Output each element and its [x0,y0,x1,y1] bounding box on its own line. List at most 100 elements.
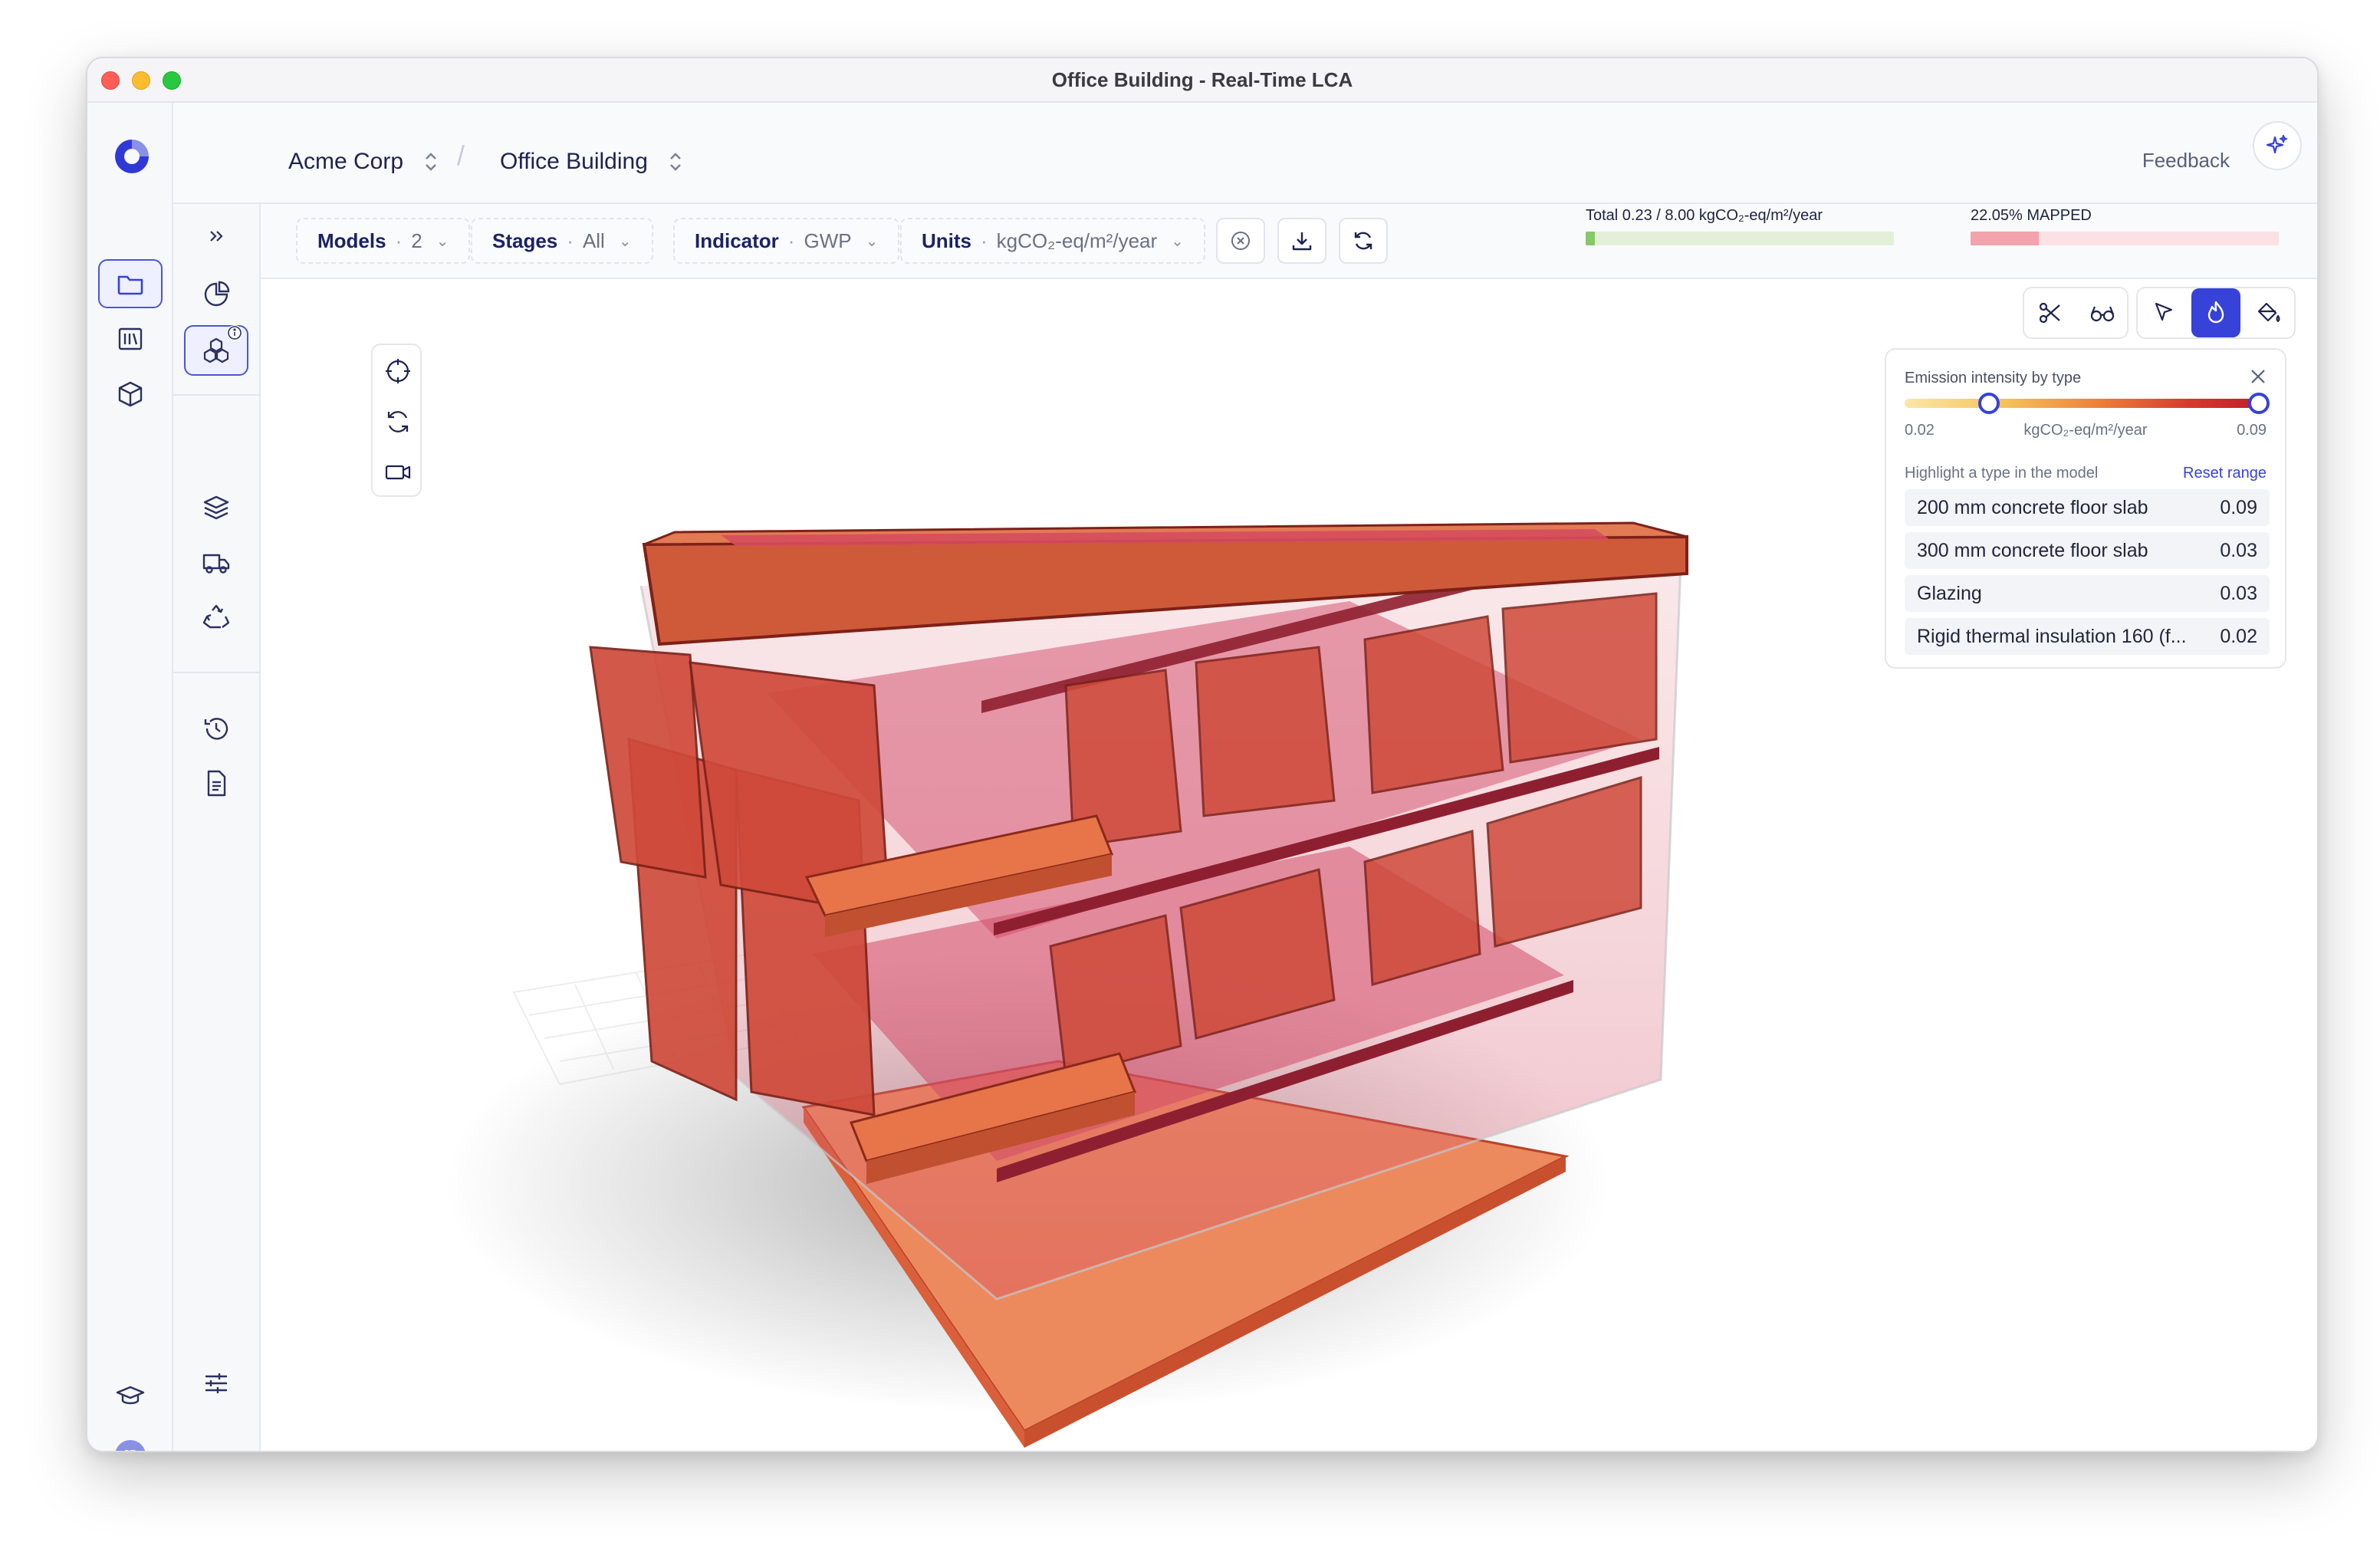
glasses-icon [2090,306,2115,322]
org-switcher[interactable]: Acme Corp [288,149,439,175]
model-viewer-nav-button[interactable] [184,325,248,376]
type-row[interactable]: Rigid thermal insulation 160 (f... 0.02 [1905,618,2270,655]
reset-range-button[interactable]: Reset range [2183,465,2267,482]
scissors-icon [2039,302,2060,324]
camera-icon [385,465,411,480]
mapped-bar [1971,232,2279,245]
learn-nav-button[interactable] [98,1371,163,1420]
rotate-icon [387,411,409,432]
type-name: 300 mm concrete floor slab [1917,539,2148,561]
models-nav-button[interactable] [98,370,163,419]
stages-filter-label: Stages [492,229,558,252]
close-icon[interactable] [2248,367,2268,386]
project-name: Office Building [500,149,648,174]
pie-chart-icon [204,281,230,307]
project-switcher[interactable]: Office Building [500,149,683,175]
truck-icon [202,554,230,574]
refresh-button[interactable] [1339,218,1388,264]
window-controls [101,71,181,90]
units-filter[interactable]: Units · kgCO₂-eq/m²/year ⌄ [900,218,1205,264]
highlight-type-label: Highlight a type in the model [1905,465,2099,482]
type-row[interactable]: Glazing 0.03 [1905,575,2270,612]
app-logo-icon[interactable] [110,135,153,178]
chevrons-right-icon [210,231,223,242]
maximize-window-button[interactable] [163,71,181,90]
sliders-icon [205,1373,227,1393]
cubes-icon [203,337,229,363]
type-row[interactable]: 300 mm concrete floor slab 0.03 [1905,532,2270,569]
range-min-handle[interactable] [1978,393,2000,414]
stages-filter[interactable]: Stages · All ⌄ [471,218,653,264]
camera-tool-button[interactable] [373,448,423,497]
stages-filter-value: All [582,229,605,252]
transport-nav-button[interactable] [184,538,248,587]
type-name: Glazing [1917,582,1982,604]
type-row[interactable]: 200 mm concrete floor slab 0.09 [1905,489,2270,526]
type-value: 0.03 [2220,582,2257,604]
folder-icon [117,275,143,295]
mode-tools [2136,287,2296,339]
paint-tool-button[interactable] [2244,288,2293,337]
units-filter-label: Units [922,229,971,252]
indicator-filter-value: GWP [804,229,852,252]
chevron-down-icon: ⌄ [618,232,632,250]
indicator-filter-label: Indicator [695,229,779,252]
emission-panel-title: Emission intensity by type [1905,370,2082,386]
breadcrumb-separator: / [457,140,465,171]
recycle-icon [202,604,230,629]
primary-rail: JD [87,103,173,1451]
range-max-handle[interactable] [2248,393,2270,414]
layers-nav-button[interactable] [184,483,248,532]
close-window-button[interactable] [101,71,120,90]
settings-nav-button[interactable] [184,1359,248,1408]
minimize-window-button[interactable] [132,71,150,90]
select-tool-button[interactable] [2139,288,2188,337]
section-tool-button[interactable] [2026,288,2075,337]
total-emissions-label: Total 0.23 / 8.00 kgCO₂-eq/m²/year [1586,207,1823,224]
type-value: 0.03 [2220,539,2257,561]
chevron-up-down-icon [670,153,681,171]
viewport-tools [371,344,422,497]
graduation-cap-icon [116,1386,145,1405]
report-nav-button[interactable] [184,759,248,808]
heatmap-tool-button[interactable] [2191,288,2240,337]
orbit-tool-button[interactable] [373,397,423,446]
cube-icon [118,381,143,407]
user-avatar[interactable]: JD [115,1440,146,1451]
header: Acme Corp / Office Building Feedback [173,103,2317,204]
mapped-label: 22.05% MAPPED [1971,207,2092,224]
layers-icon [203,495,229,520]
total-emissions-fill [1586,232,1595,245]
models-filter[interactable]: Models · 2 ⌄ [296,218,471,264]
xray-tool-button[interactable] [2078,288,2127,337]
units-filter-value: kgCO₂-eq/m²/year [996,229,1158,252]
indicator-filter[interactable]: Indicator · GWP ⌄ [673,218,900,264]
type-value: 0.09 [2220,496,2257,518]
feedback-link[interactable]: Feedback [2142,149,2230,173]
dashboard-nav-button[interactable] [184,270,248,319]
rail-divider [173,672,261,673]
library-nav-button[interactable] [98,314,163,363]
library-icon [118,327,143,350]
paint-bucket-icon [2257,302,2280,323]
expand-sidebar-button[interactable] [184,215,248,258]
clear-filters-button[interactable] [1216,218,1265,264]
history-icon [204,718,228,740]
download-button[interactable] [1277,218,1326,264]
range-unit-label: kgCO₂-eq/m²/year [2023,422,2148,439]
download-icon [1292,232,1312,251]
focus-tool-button[interactable] [373,347,423,396]
window-title: Office Building - Real-Time LCA [1051,67,1353,91]
rail-divider [173,394,261,396]
pointer-icon [2155,302,2173,321]
sparkle-icon [2266,134,2288,154]
range-max-label: 0.09 [2237,422,2267,439]
flame-icon [2207,301,2224,324]
projects-nav-button[interactable] [98,259,163,308]
type-name: Rigid thermal insulation 160 (f... [1917,625,2187,647]
end-of-life-nav-button[interactable] [184,594,248,643]
models-filter-value: 2 [411,229,422,252]
total-emissions-bar [1586,232,1894,245]
history-nav-button[interactable] [184,704,248,753]
ai-assistant-button[interactable] [2253,121,2302,170]
